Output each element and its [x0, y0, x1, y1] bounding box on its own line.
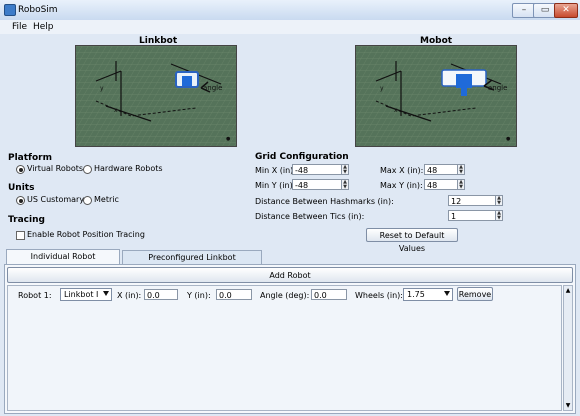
max-x-spinner[interactable]: ▲ ▼: [458, 164, 465, 175]
radio-virtual-robots[interactable]: [16, 165, 25, 174]
max-y-label: Max Y (in):: [380, 181, 423, 190]
hashmarks-label: Distance Between Hashmarks (in):: [255, 197, 394, 206]
robot-y-label: Y (in):: [187, 291, 211, 300]
robot-x-input[interactable]: 0.0: [144, 289, 178, 300]
remove-robot-button[interactable]: Remove: [457, 287, 493, 301]
tracing-checkbox-label: Enable Robot Position Tracing: [27, 230, 145, 239]
radio-metric-label: Metric: [94, 195, 119, 204]
radio-us-customary[interactable]: [16, 196, 25, 205]
linkbot-y-axis-label: y: [100, 85, 104, 92]
max-y-input[interactable]: 48: [424, 179, 458, 190]
reset-defaults-button[interactable]: Reset to Default Values: [366, 228, 458, 253]
scroll-up-icon[interactable]: ▲: [564, 286, 572, 295]
radio-metric[interactable]: [83, 196, 92, 205]
max-x-input[interactable]: 48: [424, 164, 458, 175]
platform-title: Platform: [8, 153, 52, 163]
robot-type-value: Linkbot I: [64, 290, 99, 299]
max-x-label: Max X (in):: [380, 166, 424, 175]
tracing-checkbox[interactable]: [16, 231, 25, 240]
radio-hardware-robots[interactable]: [83, 165, 92, 174]
tracing-title: Tracing: [8, 215, 45, 225]
robot-x-label: X (in):: [117, 291, 142, 300]
tics-spinner[interactable]: ▲ ▼: [496, 210, 503, 221]
robot-wheels-value: 1.75: [407, 290, 425, 299]
hashmarks-spinner[interactable]: ▲ ▼: [496, 195, 503, 206]
radio-hardware-robots-label: Hardware Robots: [94, 164, 163, 173]
min-x-input[interactable]: -48: [292, 164, 342, 175]
mobot-x-axis-label: x: [394, 107, 398, 114]
linkbot-preview: y x angle ●: [75, 45, 237, 147]
linkbot-x-axis-label: x: [114, 107, 118, 114]
robot-config-panel: Add Robot Robot 1: Linkbot I X (in): 0.0…: [4, 264, 576, 414]
min-y-label: Min Y (in):: [255, 181, 296, 190]
title-bar: RoboSim – ▭ ✕: [0, 0, 580, 21]
units-title: Units: [8, 183, 35, 193]
robot-wheels-dropdown[interactable]: 1.75: [403, 288, 453, 301]
radio-us-customary-label: US Customary: [27, 195, 85, 204]
svg-text:●: ●: [226, 136, 231, 142]
robot-wheels-label: Wheels (in):: [355, 291, 403, 300]
robot-y-input[interactable]: 0.0: [216, 289, 252, 300]
mobot-angle-label: angle: [488, 84, 507, 92]
linkbot-angle-label: angle: [203, 84, 222, 92]
mobot-robot-core: [456, 74, 472, 88]
robot-angle-input[interactable]: 0.0: [311, 289, 347, 300]
menu-bar: File Help: [0, 20, 580, 34]
linkbot-robot-core: [182, 76, 192, 86]
scroll-down-icon[interactable]: ▼: [564, 401, 572, 410]
svg-text:●: ●: [506, 136, 511, 142]
min-x-label: Min X (in):: [255, 166, 296, 175]
mobot-y-axis-label: y: [380, 85, 384, 92]
robot-list: [7, 285, 562, 411]
hashmarks-input[interactable]: 12: [448, 195, 496, 206]
min-y-input[interactable]: -48: [292, 179, 342, 190]
tics-label: Distance Between Tics (in):: [255, 212, 365, 221]
min-y-spinner[interactable]: ▲ ▼: [342, 179, 349, 190]
menu-help[interactable]: Help: [33, 22, 54, 32]
mobot-grid-scene: y x angle ●: [356, 46, 516, 146]
max-y-spinner[interactable]: ▲ ▼: [458, 179, 465, 190]
chevron-down-icon: [444, 291, 450, 296]
grid-config-title: Grid Configuration: [255, 152, 349, 162]
mobot-preview: y x angle ●: [355, 45, 517, 147]
tics-input[interactable]: 1: [448, 210, 496, 221]
robot-1-label: Robot 1:: [18, 291, 52, 300]
linkbot-grid-scene: y x angle ●: [76, 46, 236, 146]
menu-file[interactable]: File: [12, 22, 27, 32]
window-title: RoboSim: [18, 5, 58, 15]
tab-individual-robot[interactable]: Individual Robot Configuration: [6, 249, 120, 274]
chevron-down-icon: [103, 291, 109, 296]
close-button[interactable]: ✕: [554, 3, 578, 18]
robot-angle-label: Angle (deg):: [260, 291, 310, 300]
radio-virtual-robots-label: Virtual Robots: [27, 164, 84, 173]
add-robot-button[interactable]: Add Robot: [7, 267, 573, 283]
app-icon: [4, 4, 16, 16]
min-x-spinner[interactable]: ▲ ▼: [342, 164, 349, 175]
vertical-scrollbar[interactable]: ▲ ▼: [563, 285, 573, 411]
tab-preconfigured-linkbot[interactable]: Preconfigured Linkbot Configurations: [122, 250, 262, 275]
robot-type-dropdown[interactable]: Linkbot I: [60, 288, 112, 301]
